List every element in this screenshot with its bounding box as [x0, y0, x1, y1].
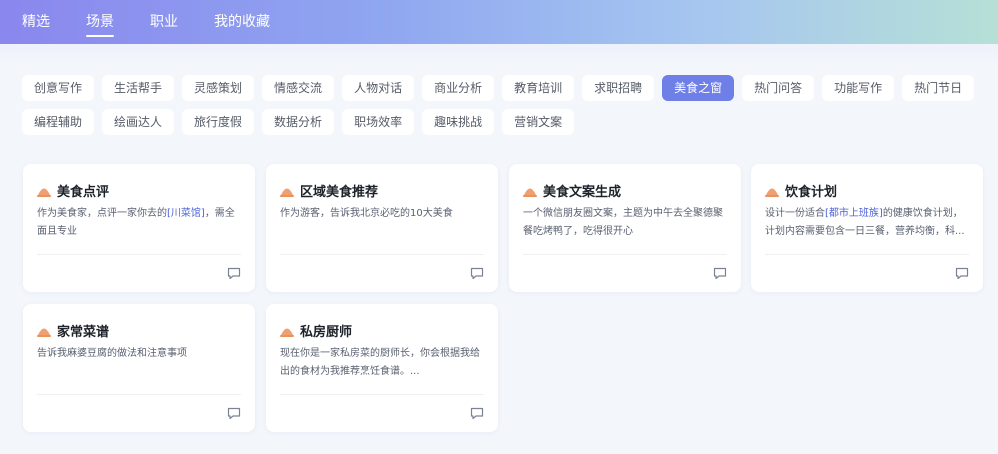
tab-featured[interactable]: 精选	[22, 0, 50, 44]
hat-icon	[280, 328, 294, 337]
chat-icon[interactable]	[713, 267, 727, 280]
card-title: 私房厨师	[300, 325, 353, 340]
chat-icon[interactable]	[227, 267, 241, 280]
tag-holidays[interactable]: 热门节日	[902, 75, 975, 101]
tab-professions[interactable]: 职业	[150, 0, 178, 44]
card-diet-plan[interactable]: 饮食计划 设计一份适合[都市上班族]的健康饮食计划，计划内容需要包含一日三餐，营…	[751, 164, 983, 292]
tag-jobs[interactable]: 求职招聘	[582, 75, 655, 101]
card-header: 家常菜谱	[37, 321, 109, 340]
tag-food[interactable]: 美食之窗	[662, 75, 735, 101]
tag-inspiration[interactable]: 灵感策划	[182, 75, 255, 101]
tag-row-1: 创意写作 生活帮手 灵感策划 情感交流 人物对话 商业分析 教育培训 求职招聘 …	[22, 75, 975, 101]
tab-scenes[interactable]: 场景	[86, 0, 114, 44]
tag-data-analysis[interactable]: 数据分析	[262, 109, 335, 135]
hat-icon	[37, 188, 51, 197]
card-food-copy[interactable]: 美食文案生成 一个微信朋友圈文案，主题为中午去全聚德聚餐吃烤鸭了，吃得很开心	[509, 164, 741, 292]
tag-education[interactable]: 教育培训	[502, 75, 575, 101]
card-description: 告诉我麻婆豆腐的做法和注意事项	[37, 348, 187, 359]
card-title: 美食文案生成	[543, 185, 622, 200]
tag-work-efficiency[interactable]: 职场效率	[342, 109, 415, 135]
tag-emotion[interactable]: 情感交流	[262, 75, 335, 101]
card-private-chef[interactable]: 私房厨师 现在你是一家私房菜的厨师长，你会根据我给出的食材为我推荐烹饪食谱。..…	[266, 304, 498, 432]
card-header: 区域美食推荐	[280, 181, 378, 200]
card-divider	[280, 394, 484, 395]
card-description: 一个微信朋友圈文案，主题为中午去全聚德聚餐吃烤鸭了，吃得很开心	[523, 208, 723, 237]
card-description: 设计一份适合[都市上班族]的健康饮食计划，计划内容需要包含一日三餐，营养均衡，科…	[765, 208, 965, 237]
tab-favorites[interactable]: 我的收藏	[214, 0, 270, 44]
category-tags: 创意写作 生活帮手 灵感策划 情感交流 人物对话 商业分析 教育培训 求职招聘 …	[22, 75, 975, 143]
tag-functional-writing[interactable]: 功能写作	[822, 75, 895, 101]
card-header: 私房厨师	[280, 321, 352, 340]
card-header: 美食点评	[37, 181, 109, 200]
card-divider	[765, 254, 969, 255]
tag-fun-challenge[interactable]: 趣味挑战	[422, 109, 495, 135]
card-food-review[interactable]: 美食点评 作为美食家，点评一家你去的[川菜馆]，需全面且专业	[23, 164, 255, 292]
tag-life-helper[interactable]: 生活帮手	[102, 75, 175, 101]
tag-drawing[interactable]: 绘画达人	[102, 109, 175, 135]
card-header: 饮食计划	[765, 181, 837, 200]
top-nav: 精选 场景 职业 我的收藏	[22, 0, 306, 44]
tag-travel[interactable]: 旅行度假	[182, 109, 255, 135]
card-title: 区域美食推荐	[300, 185, 379, 200]
card-title: 家常菜谱	[57, 325, 110, 340]
card-home-recipes[interactable]: 家常菜谱 告诉我麻婆豆腐的做法和注意事项	[23, 304, 255, 432]
hat-icon	[37, 328, 51, 337]
chat-icon[interactable]	[470, 267, 484, 280]
card-header: 美食文案生成	[523, 181, 621, 200]
tag-row-2: 编程辅助 绘画达人 旅行度假 数据分析 职场效率 趣味挑战 营销文案	[22, 109, 962, 135]
banner-fade	[0, 44, 998, 64]
chat-icon[interactable]	[227, 407, 241, 420]
hat-icon	[765, 188, 779, 197]
tag-creative-writing[interactable]: 创意写作	[22, 75, 95, 101]
tag-coding[interactable]: 编程辅助	[22, 109, 95, 135]
tag-business[interactable]: 商业分析	[422, 75, 495, 101]
card-divider	[523, 254, 727, 255]
card-title: 饮食计划	[785, 185, 838, 200]
card-description: 作为游客，告诉我北京必吃的10大美食	[280, 208, 453, 219]
card-description: 现在你是一家私房菜的厨师长，你会根据我给出的食材为我推荐烹饪食谱。...	[280, 348, 480, 377]
tag-character-dialog[interactable]: 人物对话	[342, 75, 415, 101]
card-divider	[37, 394, 241, 395]
tag-hot-qa[interactable]: 热门问答	[742, 75, 815, 101]
hat-icon	[523, 188, 537, 197]
tag-marketing[interactable]: 营销文案	[502, 109, 575, 135]
card-description: 作为美食家，点评一家你去的[川菜馆]，需全面且专业	[37, 208, 235, 237]
card-regional-food[interactable]: 区域美食推荐 作为游客，告诉我北京必吃的10大美食	[266, 164, 498, 292]
chat-icon[interactable]	[955, 267, 969, 280]
card-divider	[280, 254, 484, 255]
chat-icon[interactable]	[470, 407, 484, 420]
card-title: 美食点评	[57, 185, 110, 200]
hat-icon	[280, 188, 294, 197]
card-divider	[37, 254, 241, 255]
